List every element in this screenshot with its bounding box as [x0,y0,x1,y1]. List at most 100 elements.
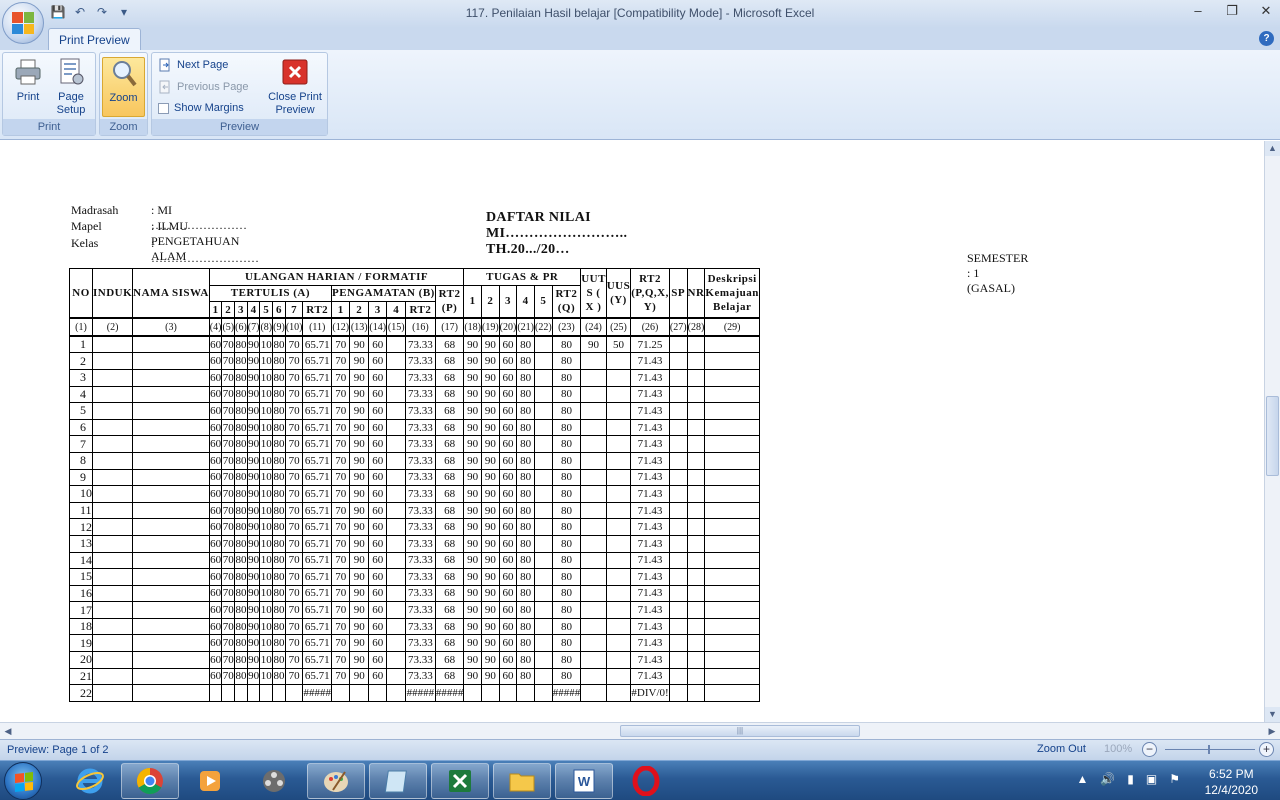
table-cell[interactable]: 80 [551,551,582,570]
table-cell[interactable]: 65.71 [302,335,332,354]
table-cell[interactable] [91,684,134,702]
table-cell[interactable]: 71.43 [630,568,670,586]
table-cell[interactable]: 70 [284,551,304,570]
table-cell[interactable]: 90 [481,651,500,669]
table-cell[interactable] [534,485,553,503]
table-cell[interactable] [386,634,406,653]
table-cell[interactable]: 60 [498,651,518,669]
table-cell[interactable] [330,684,351,702]
table-cell[interactable] [580,468,607,487]
table-cell[interactable] [704,651,760,669]
table-cell[interactable]: 73.33 [404,534,436,553]
table-cell[interactable]: 60 [208,335,223,354]
table-cell[interactable]: 60 [208,551,223,570]
table-cell[interactable] [580,518,607,536]
table-cell[interactable]: 60 [367,468,388,487]
table-cell[interactable]: 10 [259,352,274,370]
table-cell[interactable]: 90 [463,551,482,570]
table-cell[interactable]: 50 [605,335,632,354]
table-cell[interactable]: 73.33 [404,418,436,437]
table-cell[interactable]: 70 [221,418,236,437]
table-cell[interactable]: 10 [259,451,274,470]
table-cell[interactable] [704,617,760,636]
table-cell[interactable]: 90 [349,501,369,520]
table-cell[interactable] [91,335,134,354]
table-cell[interactable] [580,667,607,686]
table-cell[interactable]: 80 [551,667,582,686]
table-cell[interactable]: 73.33 [404,568,436,586]
table-cell[interactable]: 60 [208,584,223,603]
table-cell[interactable] [605,435,632,453]
table-cell[interactable]: ##### [551,684,582,702]
table-cell[interactable]: 80 [516,518,536,536]
table-cell[interactable]: 70 [330,335,351,354]
table-cell[interactable]: 68 [434,551,465,570]
table-cell[interactable] [668,385,688,404]
table-cell[interactable]: 73.33 [404,368,436,387]
table-cell[interactable]: 80 [516,435,536,453]
table-cell[interactable] [386,651,406,669]
table-cell[interactable] [605,451,632,470]
table-cell[interactable]: 71.43 [630,651,670,669]
table-cell[interactable] [704,568,760,586]
table-cell[interactable]: 90 [481,402,500,420]
table-cell[interactable]: 90 [481,352,500,370]
table-cell[interactable] [704,684,760,702]
table-cell[interactable]: 80 [272,584,286,603]
table-cell[interactable]: 80 [516,667,536,686]
table-cell[interactable]: 90 [349,418,369,437]
table-cell[interactable]: 65.71 [302,435,332,453]
table-cell[interactable]: 71.43 [630,435,670,453]
table-cell[interactable]: 65.71 [302,368,332,387]
table-cell[interactable]: 60 [208,568,223,586]
table-cell[interactable]: 10 [259,402,274,420]
table-cell[interactable] [91,385,134,404]
table-cell[interactable]: 90 [481,335,500,354]
table-cell[interactable]: 90 [481,368,500,387]
table-cell[interactable] [704,518,760,536]
table-cell[interactable] [605,601,632,619]
table-cell[interactable]: 90 [463,418,482,437]
table-cell[interactable]: 68 [434,534,465,553]
table-cell[interactable] [580,352,607,370]
table-cell[interactable]: 65.71 [302,534,332,553]
table-cell[interactable]: 73.33 [404,385,436,404]
table-cell[interactable]: 60 [367,568,388,586]
table-cell[interactable] [605,617,632,636]
table-cell[interactable]: 15 [69,568,93,586]
table-cell[interactable]: 73.33 [404,584,436,603]
table-cell[interactable] [668,518,688,536]
table-cell[interactable]: 90 [481,617,500,636]
table-cell[interactable]: 90 [481,468,500,487]
table-cell[interactable]: 80 [551,518,582,536]
table-cell[interactable]: 70 [330,402,351,420]
table-cell[interactable]: 70 [221,352,236,370]
table-cell[interactable] [534,651,553,669]
table-cell[interactable]: 80 [551,402,582,420]
table-cell[interactable]: 90 [481,435,500,453]
table-cell[interactable]: 5 [69,402,93,420]
table-cell[interactable]: 90 [349,518,369,536]
table-cell[interactable]: 71.43 [630,601,670,619]
table-cell[interactable] [534,601,553,619]
table-cell[interactable]: 70 [284,335,304,354]
table-cell[interactable] [704,584,760,603]
zoom-button[interactable]: Zoom [102,57,145,117]
table-cell[interactable]: 80 [234,568,248,586]
table-cell[interactable] [91,468,134,487]
table-cell[interactable] [498,684,518,702]
paint-taskbar[interactable] [307,763,365,799]
table-cell[interactable]: 60 [367,368,388,387]
table-cell[interactable] [91,435,134,453]
table-cell[interactable]: 60 [498,418,518,437]
table-cell[interactable] [132,667,210,686]
table-cell[interactable] [605,584,632,603]
table-cell[interactable]: 65.71 [302,352,332,370]
table-cell[interactable]: 90 [463,617,482,636]
table-cell[interactable]: 71.43 [630,468,670,487]
table-cell[interactable]: 70 [284,485,304,503]
table-cell[interactable] [534,468,553,487]
table-cell[interactable]: 71.25 [630,335,670,354]
table-cell[interactable]: 90 [246,435,261,453]
table-cell[interactable] [686,651,706,669]
